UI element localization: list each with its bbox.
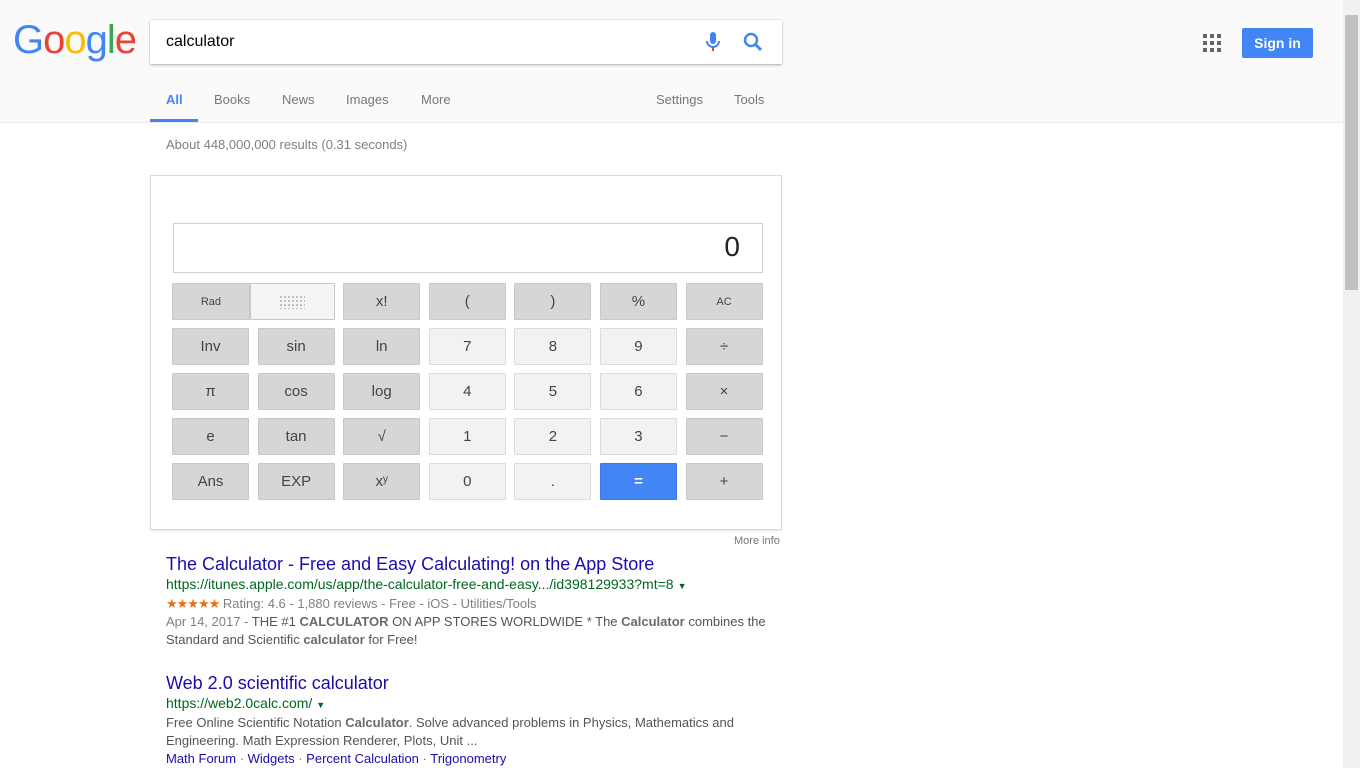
calc-button[interactable]: 0	[428, 463, 506, 500]
calc-button[interactable]: π	[172, 373, 249, 410]
calc-button[interactable]: AC	[685, 283, 763, 320]
calc-button[interactable]: (	[428, 283, 506, 320]
search-icon[interactable]	[742, 31, 764, 53]
calc-button[interactable]: 3	[599, 418, 677, 455]
result-title-link[interactable]: The Calculator - Free and Easy Calculati…	[166, 554, 766, 575]
header: Google Sign in All Books News Images Mor…	[0, 0, 1343, 123]
calc-button[interactable]: ×	[685, 373, 763, 410]
calc-button[interactable]: sin	[257, 328, 335, 365]
calc-button[interactable]: %	[599, 283, 677, 320]
google-logo[interactable]: Google	[13, 18, 137, 63]
calc-button[interactable]: Inv	[172, 328, 249, 365]
calc-button[interactable]: −	[685, 418, 763, 455]
calc-button[interactable]: EXP	[257, 463, 335, 500]
calc-button[interactable]: .	[514, 463, 592, 500]
result-snippet: Apr 14, 2017 - THE #1 CALCULATOR ON APP …	[166, 614, 766, 647]
scrollbar-thumb[interactable]	[1345, 15, 1358, 290]
rating-text: Rating: 4.6 - 1,880 reviews - Free - iOS…	[222, 596, 537, 611]
sitelink[interactable]: Widgets	[248, 751, 295, 766]
calculator-keypad: Rad x!()% AC Inv sin ln 7 8 9 ÷ π cos log 4 5 6 × e tan √ 1…	[172, 283, 763, 500]
tab-news[interactable]: News	[282, 92, 315, 107]
angle-mode-toggle[interactable]: Rad	[172, 283, 335, 320]
scrollbar[interactable]	[1343, 0, 1360, 768]
calc-button[interactable]: 6	[599, 373, 677, 410]
calc-button[interactable]: 2	[514, 418, 592, 455]
tab-images[interactable]: Images	[346, 92, 389, 107]
calc-button[interactable]: cos	[257, 373, 335, 410]
sitelink[interactable]: Percent Calculation	[306, 751, 419, 766]
calc-button[interactable]: x!	[343, 283, 421, 320]
sitelinks: Math Forum · Widgets · Percent Calculati…	[166, 751, 507, 766]
calc-button[interactable]: ln	[343, 328, 421, 365]
tab-all[interactable]: All	[166, 92, 183, 107]
calc-button[interactable]: √	[343, 418, 421, 455]
tools-link[interactable]: Tools	[734, 92, 764, 107]
sitelink[interactable]: Math Forum	[166, 751, 236, 766]
caret-down-icon[interactable]: ▼	[316, 700, 325, 710]
result-url: https://web2.0calc.com/	[166, 695, 313, 711]
search-result: Web 2.0 scientific calculator https://we…	[166, 673, 766, 768]
result-url: https://itunes.apple.com/us/app/the-calc…	[166, 576, 674, 592]
deg-button[interactable]	[249, 283, 335, 320]
result-stats: About 448,000,000 results (0.31 seconds)	[166, 137, 408, 152]
calc-button[interactable]: tan	[257, 418, 335, 455]
rad-button[interactable]: Rad	[172, 283, 250, 320]
calc-button[interactable]: Ans	[172, 463, 249, 500]
active-tab-indicator	[150, 119, 198, 122]
calc-button[interactable]: 7	[428, 328, 506, 365]
search-input[interactable]	[166, 20, 686, 64]
caret-down-icon[interactable]: ▼	[678, 581, 687, 591]
calc-button[interactable]: +	[685, 463, 763, 500]
settings-link[interactable]: Settings	[656, 92, 703, 107]
calc-button[interactable]: =	[599, 463, 677, 500]
calc-button[interactable]: log	[343, 373, 421, 410]
search-result: The Calculator - Free and Easy Calculati…	[166, 554, 766, 649]
result-title-link[interactable]: Web 2.0 scientific calculator	[166, 673, 766, 694]
calc-button[interactable]: 5	[514, 373, 592, 410]
result-snippet: Free Online Scientific Notation Calculat…	[166, 715, 734, 748]
calc-button[interactable]: xʸ	[343, 463, 421, 500]
rating-stars-icon: ★★★★★	[166, 596, 220, 611]
apps-grid-icon[interactable]	[1203, 34, 1221, 52]
more-info-link[interactable]: More info	[734, 535, 780, 547]
calc-button[interactable]: ÷	[685, 328, 763, 365]
calc-button[interactable]: 9	[599, 328, 677, 365]
calc-button[interactable]: 4	[428, 373, 506, 410]
tab-books[interactable]: Books	[214, 92, 250, 107]
microphone-icon[interactable]	[705, 31, 721, 53]
calc-button[interactable]: 8	[514, 328, 592, 365]
calc-button[interactable]: 1	[428, 418, 506, 455]
calc-button[interactable]: )	[514, 283, 592, 320]
tab-more[interactable]: More	[421, 92, 451, 107]
search-box	[150, 20, 782, 64]
calculator-display: 0	[173, 223, 763, 273]
calc-button[interactable]: e	[172, 418, 249, 455]
dots-icon	[279, 294, 306, 309]
sitelink[interactable]: Trigonometry	[430, 751, 506, 766]
calculator-card: 0 Rad x!()% AC Inv sin ln 7 8 9 ÷ π cos log 4 5 6 × e tan…	[150, 175, 782, 530]
sign-in-button[interactable]: Sign in	[1242, 28, 1313, 58]
